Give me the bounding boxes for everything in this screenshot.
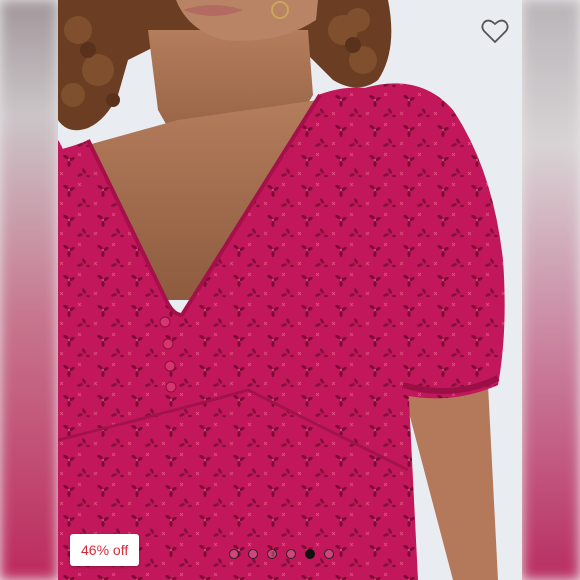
blurred-backdrop-right [522, 0, 580, 580]
pagination-dot[interactable] [324, 549, 334, 559]
pagination-dot[interactable] [267, 549, 277, 559]
blurred-backdrop-left [0, 0, 58, 580]
product-image-viewer[interactable]: 46% off [0, 0, 580, 580]
heart-outline-icon [481, 19, 509, 43]
pagination-dot[interactable] [229, 549, 239, 559]
pagination-dot[interactable] [248, 549, 258, 559]
favorite-button[interactable] [478, 14, 512, 48]
image-pagination-dots[interactable] [229, 549, 334, 559]
pagination-dot[interactable] [286, 549, 296, 559]
product-photo-illustration [58, 0, 522, 580]
discount-badge: 46% off [70, 534, 140, 566]
product-photo[interactable] [58, 0, 522, 580]
pagination-dot-active[interactable] [305, 549, 315, 559]
